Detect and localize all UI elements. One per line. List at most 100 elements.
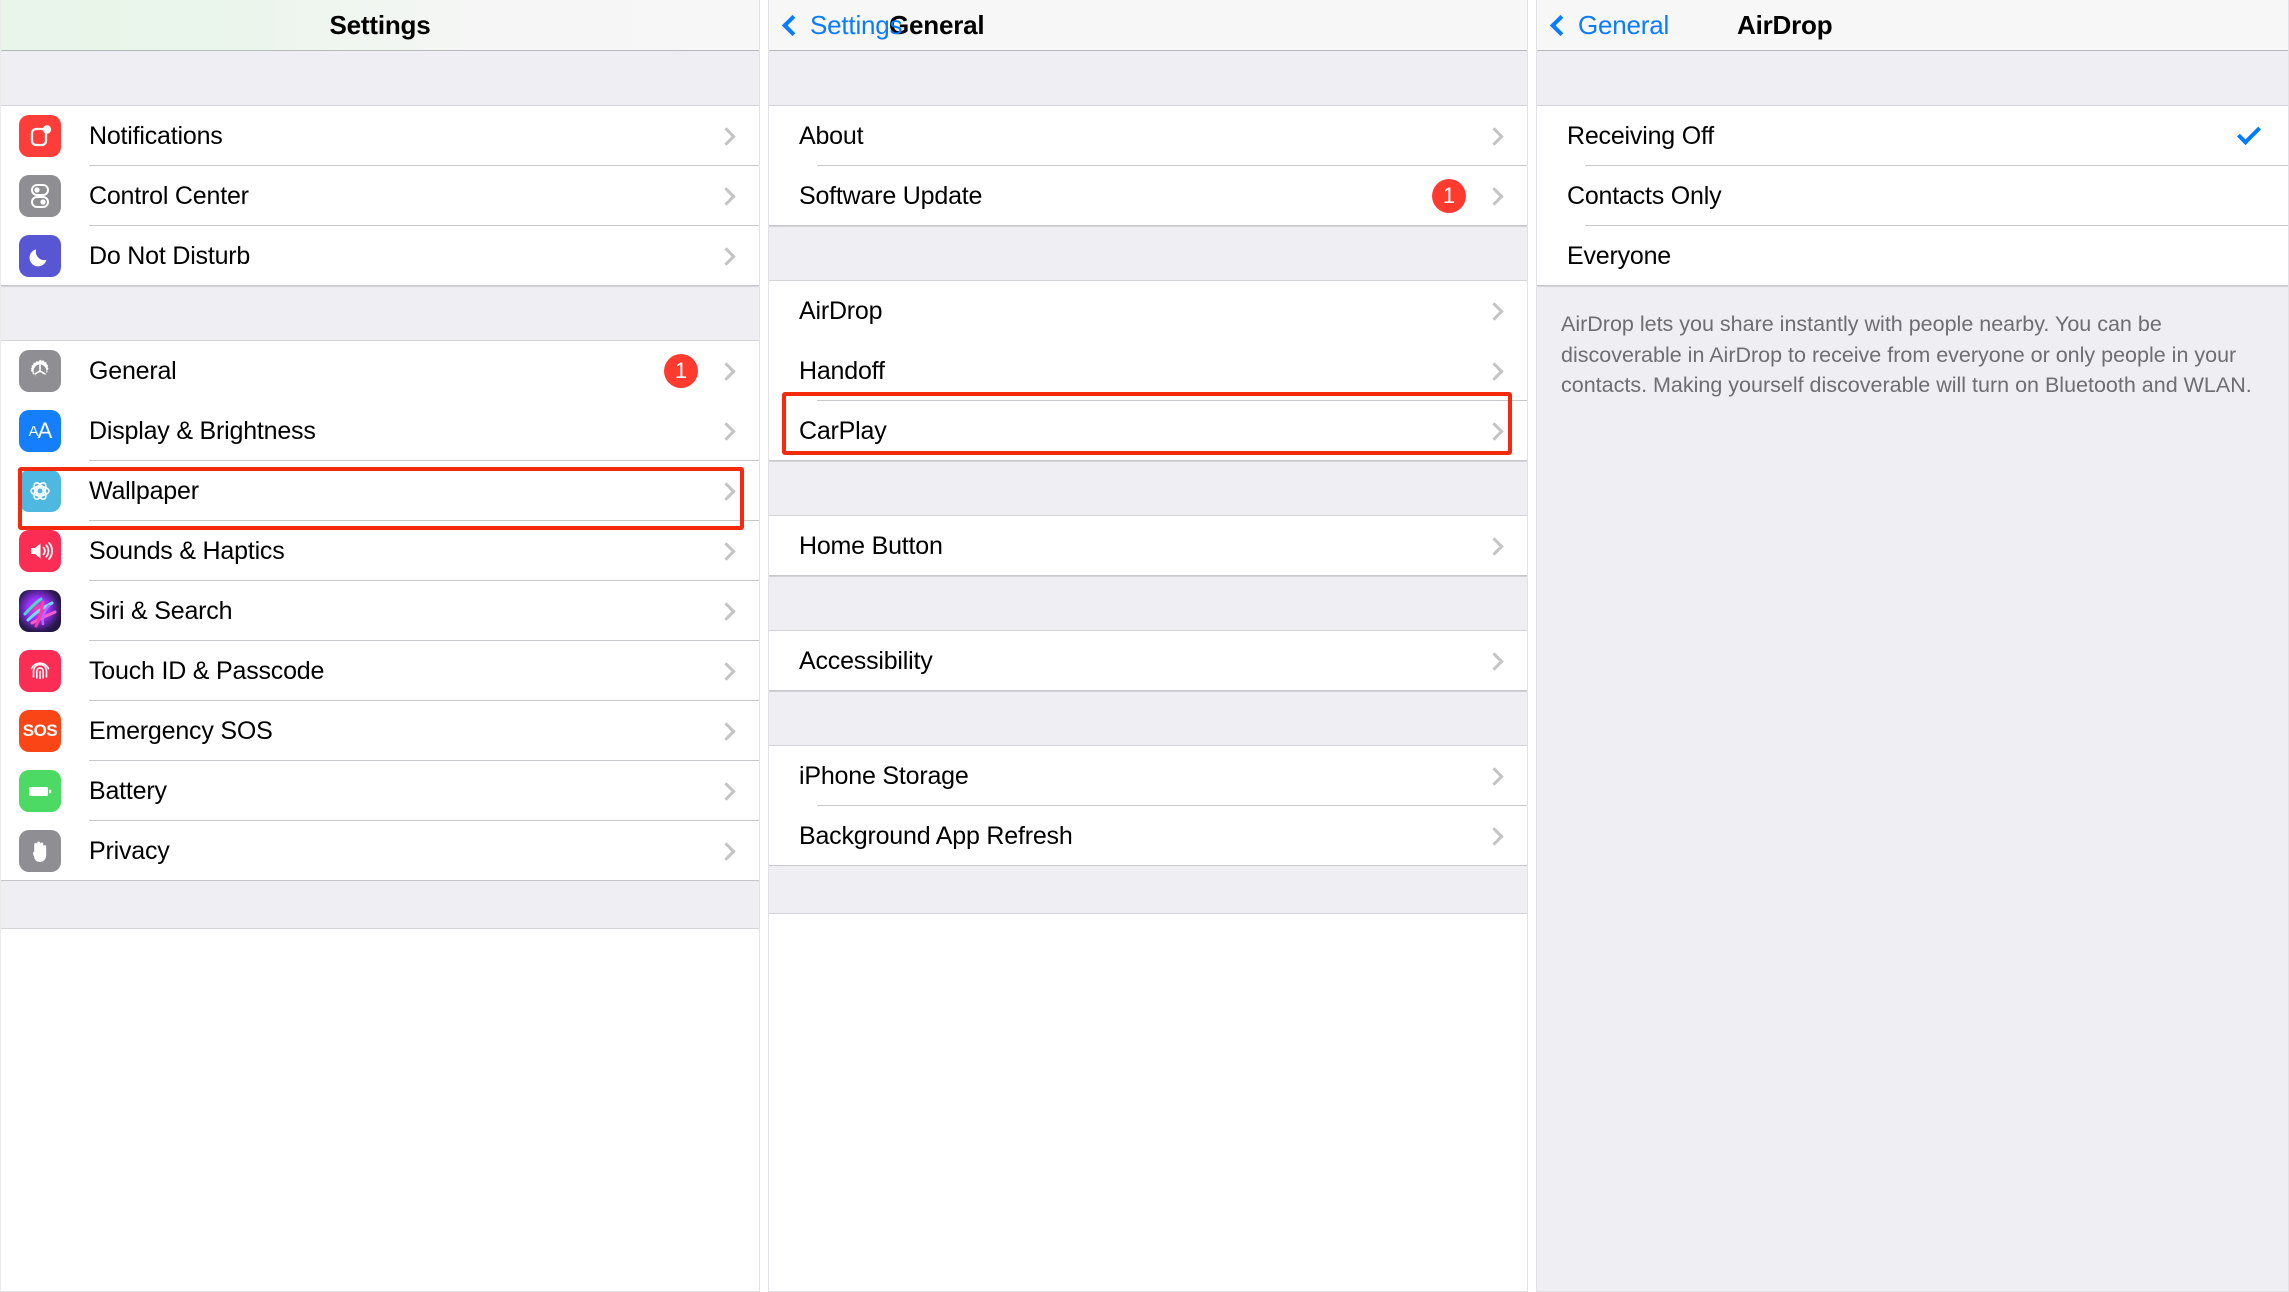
row-label: Handoff [799,356,885,385]
settings-group-1: Notifications Control Center Do Not Dist… [1,106,759,286]
general-item-handoff[interactable]: Handoff [769,341,1527,401]
row-label: Accessibility [799,646,933,675]
sidebar-item-siri-search[interactable]: Siri & Search [1,581,759,641]
group-spacer [1,51,759,106]
sidebar-item-battery[interactable]: Battery [1,761,759,821]
option-label: Everyone [1567,241,1672,270]
sidebar-item-notifications[interactable]: Notifications [1,106,759,166]
general-item-carplay[interactable]: CarPlay [769,401,1527,461]
row-separator [1,880,759,881]
sidebar-item-display-brightness[interactable]: AA Display & Brightness [1,401,759,461]
sidebar-item-emergency-sos[interactable]: SOS Emergency SOS [1,701,759,761]
chevron-right-icon [717,421,736,441]
general-navbar: Settings General [769,0,1527,51]
do-not-disturb-icon [19,235,61,277]
general-group-5: iPhone Storage Background App Refresh [769,746,1527,866]
sidebar-item-control-center[interactable]: Control Center [1,166,759,226]
sidebar-item-label: Sounds & Haptics [89,536,285,565]
notifications-icon [19,115,61,157]
sidebar-item-sounds-haptics[interactable]: Sounds & Haptics [1,521,759,581]
airdrop-option-everyone[interactable]: Everyone [1537,226,2288,286]
group-spacer [769,691,1527,746]
chevron-right-icon [717,601,736,621]
sidebar-item-touch-id-passcode[interactable]: Touch ID & Passcode [1,641,759,701]
page-title: General [889,9,985,40]
three-panel-screenshot: Settings Notifications Control Center Do… [0,0,2289,1292]
settings-navbar: Settings [1,0,759,51]
sidebar-item-do-not-disturb[interactable]: Do Not Disturb [1,226,759,286]
group-spacer [769,51,1527,106]
page-title: AirDrop [1737,9,1833,40]
general-group-3: Home Button [769,516,1527,576]
group-spacer [769,461,1527,516]
row-separator [769,225,1527,226]
status-badge: 1 [1432,179,1466,213]
chevron-left-icon [781,14,804,36]
chevron-right-icon [717,186,736,206]
general-item-about[interactable]: About [769,106,1527,166]
checkmark-icon [2236,120,2262,146]
row-label: About [799,121,864,150]
row-separator [1537,285,2288,286]
general-item-background-app-refresh[interactable]: Background App Refresh [769,806,1527,866]
siri-icon [19,590,61,632]
sidebar-item-label: Touch ID & Passcode [89,656,325,685]
airdrop-option-receiving-off[interactable]: Receiving Off [1537,106,2288,166]
row-separator [769,575,1527,576]
fingerprint-icon [19,650,61,692]
group-spacer [1,286,759,341]
settings-group-2: General 1 AA Display & Brightness Wallpa… [1,341,759,881]
chevron-right-icon [717,781,736,801]
airdrop-options-group: Receiving Off Contacts Only Everyone [1537,106,2288,286]
sidebar-item-privacy[interactable]: Privacy [1,821,759,881]
airdrop-panel: General AirDrop Receiving Off Contacts O… [1536,0,2289,1292]
general-item-software-update[interactable]: Software Update 1 [769,166,1527,226]
sos-icon: SOS [19,710,61,752]
back-label: Settings [810,9,903,40]
chevron-right-icon [717,661,736,681]
display-brightness-icon: AA [19,410,61,452]
chevron-right-icon [717,481,736,501]
settings-panel: Settings Notifications Control Center Do… [0,0,760,1292]
row-label: AirDrop [799,296,883,325]
general-group-2: AirDrop Handoff CarPlay [769,281,1527,461]
status-badge: 1 [664,354,698,388]
sidebar-item-label: Privacy [89,836,170,865]
chevron-right-icon [1485,651,1504,671]
row-label: Software Update [799,181,983,210]
chevron-right-icon [1485,826,1504,846]
chevron-right-icon [1485,126,1504,146]
sidebar-item-label: Siri & Search [89,596,233,625]
sidebar-item-label: Emergency SOS [89,716,273,745]
row-separator [769,690,1527,691]
airdrop-option-contacts-only[interactable]: Contacts Only [1537,166,2288,226]
general-item-airdrop[interactable]: AirDrop [769,281,1527,341]
gear-icon [19,350,61,392]
sidebar-item-label: General [89,356,177,385]
general-group-4: Accessibility [769,631,1527,691]
airdrop-footer-note: AirDrop lets you share instantly with pe… [1537,286,2288,1291]
back-to-general-button[interactable]: General [1537,10,1669,41]
group-spacer-bottom [769,866,1527,914]
general-item-accessibility[interactable]: Accessibility [769,631,1527,691]
chevron-right-icon [1485,361,1504,381]
general-item-iphone-storage[interactable]: iPhone Storage [769,746,1527,806]
hand-icon [19,830,61,872]
chevron-right-icon [717,841,736,861]
chevron-right-icon [717,246,736,266]
row-label: Home Button [799,531,943,560]
sidebar-item-general[interactable]: General 1 [1,341,759,401]
group-spacer [1537,51,2288,106]
chevron-right-icon [717,361,736,381]
sidebar-item-wallpaper[interactable]: Wallpaper [1,461,759,521]
general-panel: Settings General About Software Update 1 [768,0,1528,1292]
back-to-settings-button[interactable]: Settings [769,9,903,41]
chevron-right-icon [1485,536,1504,556]
chevron-right-icon [717,541,736,561]
option-label: Receiving Off [1567,121,1715,150]
chevron-left-icon [1549,14,1572,36]
row-label: CarPlay [799,416,887,445]
sidebar-item-label: Notifications [89,121,223,150]
general-item-home-button[interactable]: Home Button [769,516,1527,576]
group-spacer-bottom [1,881,759,929]
